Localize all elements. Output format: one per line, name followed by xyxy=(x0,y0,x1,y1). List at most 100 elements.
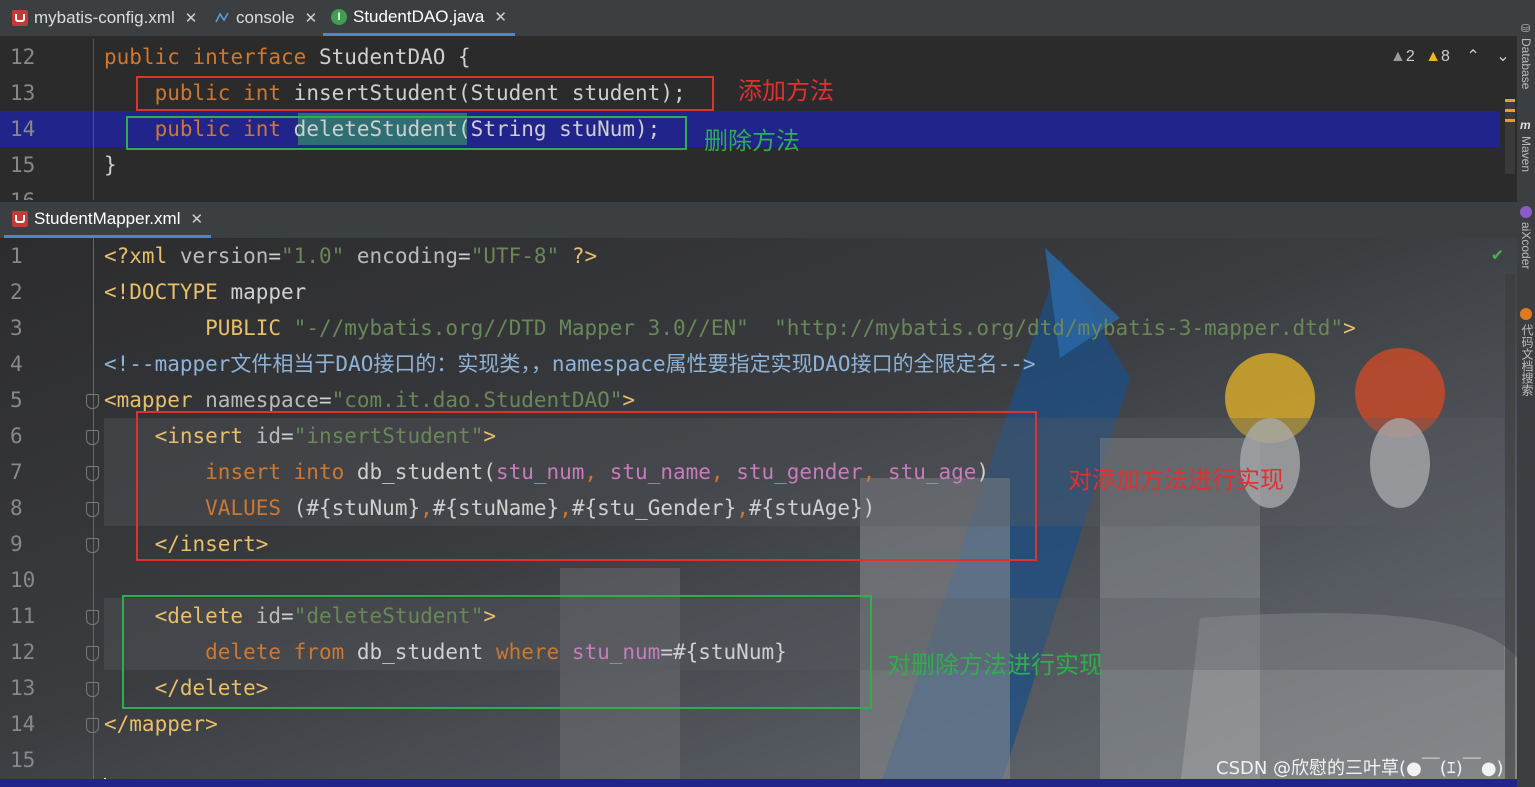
bottom-editor[interactable]: 1 <?xml version="1.0" encoding="UTF-8" ?>… xyxy=(0,238,1517,787)
chevron-down-icon[interactable]: ⌄ xyxy=(1496,48,1509,65)
line-number: 1 xyxy=(10,244,23,268)
code-line[interactable]: 4 <!--mapper文件相当于DAO接口的：实现类，，namespace属性要… xyxy=(0,346,1500,382)
code-token: > xyxy=(1343,316,1356,340)
fold-marker[interactable] xyxy=(86,502,99,517)
delete-method-box xyxy=(126,116,687,150)
code-token: "-//mybatis.org//DTD Mapper 3.0//EN" xyxy=(293,316,749,340)
insert-impl-box xyxy=(136,411,1037,561)
line-number: 13 xyxy=(10,81,36,105)
fold-marker[interactable] xyxy=(86,610,99,625)
maven-label: Maven xyxy=(1519,136,1533,173)
fold-marker[interactable] xyxy=(86,466,99,481)
code-token: interface xyxy=(192,45,319,69)
weak-warning-icon: ▲ xyxy=(1390,48,1406,65)
annotation-add-method: 添加方法 xyxy=(738,77,834,105)
chevron-up-icon[interactable]: ⌃ xyxy=(1466,48,1479,65)
console-icon xyxy=(215,12,229,23)
line-number: 10 xyxy=(10,568,36,592)
scrollbar[interactable] xyxy=(1505,99,1515,174)
line-number: 15 xyxy=(10,748,36,772)
annotation-delete-method: 删除方法 xyxy=(704,127,800,155)
code-token: "http://mybatis.org/dtd/mybatis-3-mapper… xyxy=(774,316,1344,340)
line-number: 14 xyxy=(10,712,36,736)
code-token: version xyxy=(179,244,269,268)
fold-marker[interactable] xyxy=(86,394,99,409)
maven-icon: m xyxy=(1520,118,1531,132)
fold-marker[interactable] xyxy=(86,646,99,661)
delete-impl-box xyxy=(122,595,872,709)
tab-mybatis-config[interactable]: mybatis-config.xml ✕ xyxy=(12,0,197,36)
close-icon[interactable]: ✕ xyxy=(494,8,507,26)
code-search-label: 代码文档搜索 xyxy=(1520,324,1534,396)
code-token: "com.it.dao.StudentDAO" xyxy=(331,388,623,412)
line-number: 12 xyxy=(10,640,36,664)
line-number: 12 xyxy=(10,45,36,69)
aixcoder-icon xyxy=(1520,206,1532,218)
code-token: </mapper> xyxy=(104,712,218,736)
line-number: 4 xyxy=(10,352,23,376)
tab-label: StudentDAO.java xyxy=(353,6,485,26)
code-token: "UTF-8" xyxy=(470,244,560,268)
close-icon[interactable]: ✕ xyxy=(305,9,318,27)
line-number: 8 xyxy=(10,496,23,520)
code-token: } xyxy=(104,153,117,177)
xml-file-icon xyxy=(12,10,28,26)
code-line[interactable]: 1 <?xml version="1.0" encoding="UTF-8" ?> xyxy=(0,238,1500,274)
line-number: 16 xyxy=(10,183,50,200)
line-number: 3 xyxy=(10,316,23,340)
tab-label: console xyxy=(236,8,295,27)
fold-marker[interactable] xyxy=(86,430,99,445)
code-line[interactable]: 16 xyxy=(0,183,1500,200)
annotation-insert-impl: 对添加方法进行实现 xyxy=(1068,466,1284,494)
tab-student-mapper[interactable]: StudentMapper.xml ✕ xyxy=(4,202,212,238)
close-icon[interactable]: ✕ xyxy=(190,210,203,228)
line-number: 14 xyxy=(10,117,36,141)
code-line[interactable]: 12 public interface StudentDAO { xyxy=(0,39,1500,75)
insert-method-box xyxy=(136,76,714,111)
code-text: <?xml version="1.0" encoding="UTF-8" ?> xyxy=(104,238,597,274)
code-token: PUBLIC xyxy=(205,316,294,340)
code-token: namespace xyxy=(205,388,319,412)
code-token: <mapper xyxy=(104,388,206,412)
line-number: 2 xyxy=(10,280,23,304)
code-token: mapper xyxy=(230,280,307,304)
line-number: 7 xyxy=(10,460,23,484)
code-token: <!DOCTYPE xyxy=(104,280,231,304)
tab-console[interactable]: console ✕ xyxy=(214,0,317,36)
code-line[interactable]: 3 PUBLIC "-//mybatis.org//DTD Mapper 3.0… xyxy=(0,310,1500,346)
aixcoder-label: aiXcoder xyxy=(1519,222,1533,270)
warning-count: 8 xyxy=(1441,48,1450,65)
fold-marker[interactable] xyxy=(86,538,99,553)
status-strip xyxy=(0,779,1517,787)
tab-student-dao[interactable]: I StudentDAO.java ✕ xyxy=(323,0,515,36)
line-number: 13 xyxy=(10,676,36,700)
code-text: <!DOCTYPE mapper xyxy=(104,274,306,310)
code-text: public interface StudentDAO { xyxy=(104,39,471,75)
scrollbar[interactable] xyxy=(1505,274,1515,787)
code-token: <!--mapper文件相当于DAO接口的：实现类，，namespace属性要指… xyxy=(104,352,1036,376)
code-line[interactable]: 2 <!DOCTYPE mapper xyxy=(0,274,1500,310)
code-token: "1.0" xyxy=(281,244,345,268)
line-number: 15 xyxy=(10,153,36,177)
code-token: public xyxy=(104,45,193,69)
warning-icon: ▲ xyxy=(1425,48,1442,65)
annotation-delete-impl: 对删除方法进行实现 xyxy=(887,651,1103,679)
watermark: CSDN @欣慰的三叶草(●￣(ｴ)￣●) xyxy=(1216,758,1504,779)
line-number: 6 xyxy=(10,424,23,448)
fold-marker[interactable] xyxy=(86,718,99,733)
code-line[interactable]: 10 xyxy=(0,562,1500,598)
code-token: = xyxy=(318,388,332,412)
code-token: > xyxy=(622,388,636,412)
code-text: </mapper> xyxy=(104,706,218,742)
fold-marker[interactable] xyxy=(86,682,99,697)
top-editor[interactable]: 12 public interface StudentDAO { 13 public… xyxy=(0,39,1517,200)
close-icon[interactable]: ✕ xyxy=(185,9,198,27)
right-tool-sidebar: ⛁ Database m Maven aiXcoder 代码文档搜索 xyxy=(1517,0,1535,787)
inspection-widget[interactable]: ▲2 ▲8 ⌃ ⌄ xyxy=(1390,46,1510,66)
code-line[interactable]: 14 </mapper> xyxy=(0,706,1500,742)
code-text: <!--mapper文件相当于DAO接口的：实现类，，namespace属性要指… xyxy=(104,346,1036,382)
code-token: StudentDAO { xyxy=(318,45,471,69)
database-label: Database xyxy=(1519,38,1533,90)
code-text: } xyxy=(104,147,117,183)
